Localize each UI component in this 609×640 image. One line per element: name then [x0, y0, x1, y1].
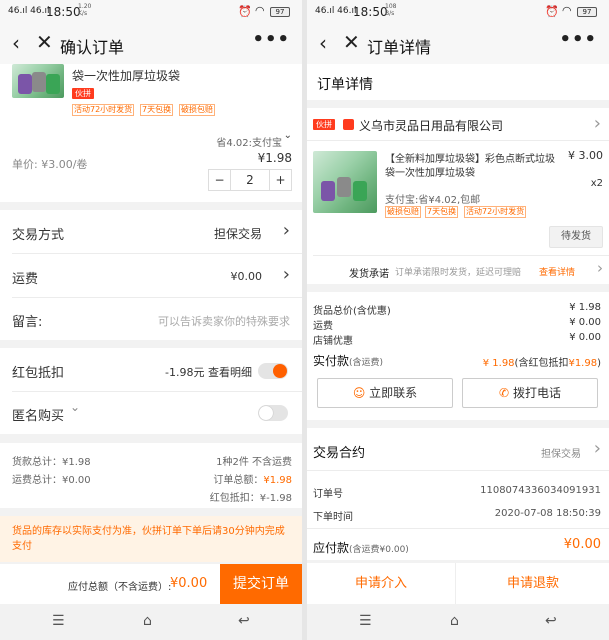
- detail-heading: 订单详情: [317, 77, 373, 93]
- promise-detail-link[interactable]: 查看详情: [539, 265, 575, 278]
- page-title: 确认订单: [60, 38, 125, 57]
- tag-ship72: 活动72小时发货: [464, 206, 527, 218]
- saving-text: 省4.02:支付宝: [216, 138, 282, 149]
- back-icon[interactable]: ‹: [12, 32, 20, 54]
- chevron-right-icon[interactable]: ›: [594, 438, 601, 459]
- discount-options: 红包抵扣 -1.98元 查看明细 匿名购买 ⌄: [0, 348, 302, 434]
- more-icon[interactable]: •••: [559, 29, 597, 50]
- detail-header: 订单详情: [307, 64, 609, 100]
- unit-price: 单价: ¥3.00/卷: [12, 158, 88, 171]
- product-title-line1: 【全新料加厚垃圾袋】彩色点断式垃圾: [385, 154, 555, 165]
- pay-saving: 支付宝:省¥4.02,包邮: [385, 195, 481, 206]
- chevron-right-icon: ›: [282, 264, 290, 285]
- product-qty: x2: [590, 178, 603, 189]
- product-thumbnail[interactable]: [313, 151, 377, 213]
- intervene-button[interactable]: 申请介入: [307, 563, 456, 604]
- submit-order-button[interactable]: 提交订单: [220, 564, 302, 604]
- message-input[interactable]: 可以告诉卖家你的特殊要求: [158, 313, 290, 329]
- signal-icon: 46.ıl 46.ıl: [315, 6, 357, 16]
- refund-button[interactable]: 申请退款: [457, 563, 609, 604]
- close-icon[interactable]: ✕: [343, 31, 360, 53]
- menu-icon[interactable]: ☰: [52, 613, 65, 629]
- contract-card: 交易合约 担保交易 › 订单号 1108074336034091931 下单时间…: [307, 428, 609, 560]
- payable-amount: ¥0.00: [563, 537, 601, 552]
- checkout-bar: 应付总额（不含运费）: ¥0.00 提交订单: [0, 564, 302, 604]
- page-title: 订单详情: [367, 38, 432, 57]
- product-price: ¥ 3.00: [568, 149, 603, 162]
- anonymous-toggle[interactable]: [258, 405, 288, 421]
- network-speed: 1.20 K/s: [78, 3, 92, 17]
- order-number: 1108074336034091931: [480, 485, 601, 496]
- call-button[interactable]: ✆ 拨打电话: [462, 378, 598, 408]
- shop-icon: [343, 119, 354, 130]
- trade-method-row[interactable]: 交易方式 担保交易 ›: [0, 210, 302, 253]
- chevron-down-icon[interactable]: ⌄: [284, 130, 292, 141]
- redpack-toggle[interactable]: [258, 363, 288, 379]
- qty-plus-button[interactable]: +: [269, 170, 291, 190]
- back-nav-icon[interactable]: ↩: [238, 613, 250, 629]
- product-title: 袋一次性加厚垃圾袋: [72, 69, 181, 83]
- contact-button[interactable]: ☺ 立即联系: [317, 378, 453, 408]
- status-time: 18:50: [353, 5, 388, 19]
- system-nav-bar: ☰ ⌂ ↩: [307, 604, 609, 640]
- group-buy-badge: 伙拼: [72, 88, 94, 99]
- menu-icon[interactable]: ☰: [359, 613, 372, 629]
- battery-icon: 97: [577, 7, 597, 17]
- order-options: 交易方式 担保交易 › 运费 ¥0.00 › 留言: 可以告诉卖家你的特殊要求: [0, 210, 302, 340]
- redpack-detail-link[interactable]: -1.98元 查看明细: [165, 364, 252, 380]
- close-icon[interactable]: ✕: [36, 31, 53, 53]
- action-bar: 申请介入 申请退款: [307, 563, 609, 604]
- nav-bar: ‹ ✕ 订单详情 •••: [307, 24, 609, 64]
- quantity-stepper: − 2 +: [208, 169, 292, 191]
- order-detail-screen: 46.ıl 46.ıl 18:50 108 B/s ⏰ ◠ 97 ‹ ✕ 订单详…: [307, 0, 609, 640]
- system-nav-bar: ☰ ⌂ ↩: [0, 604, 302, 640]
- order-time: 2020-07-08 18:50:39: [494, 508, 601, 519]
- chevron-right-icon[interactable]: ›: [594, 113, 601, 134]
- battery-icon: 97: [270, 7, 290, 17]
- group-buy-badge: 伙拼: [313, 119, 335, 130]
- actual-paid: ¥ 1.98: [482, 358, 515, 369]
- shop-card: 伙拼 义乌市灵品日用品有限公司 › 【全新料加厚垃圾袋】彩色点断式垃圾 袋一次性…: [307, 108, 609, 284]
- product-title-line2: 袋一次性加厚垃圾袋: [385, 168, 475, 179]
- status-bar: 46.ıl 46.ıl 18:50 1.20 K/s ⏰ ◠ 97: [0, 0, 302, 24]
- chevron-right-icon: ›: [282, 220, 290, 241]
- wifi-icon: ◠: [562, 4, 572, 17]
- chevron-right-icon[interactable]: ›: [597, 259, 603, 277]
- network-speed: 108 B/s: [385, 3, 397, 17]
- status-bar: 46.ıl 46.ıl 18:50 108 B/s ⏰ ◠ 97: [307, 0, 609, 24]
- phone-icon: ✆: [499, 386, 510, 400]
- back-icon[interactable]: ‹: [319, 32, 327, 54]
- order-summary: 货款总计：¥1.98 运费总计：¥0.00 1种2件 不含运费 订单总额：¥1.…: [0, 443, 302, 508]
- alarm-icon: ⏰: [545, 5, 559, 18]
- price: ¥1.98: [257, 151, 292, 165]
- shop-name[interactable]: 义乌市灵品日用品有限公司: [359, 117, 503, 134]
- freight-row[interactable]: 运费 ¥0.00 ›: [0, 254, 302, 297]
- signal-icon: 46.ıl 46.ıl: [8, 6, 50, 16]
- back-nav-icon[interactable]: ↩: [545, 613, 557, 629]
- ship-status-button[interactable]: 待发货: [549, 226, 603, 248]
- tag-damage: 破损包赔: [385, 206, 421, 218]
- home-icon[interactable]: ⌂: [143, 613, 152, 629]
- confirm-order-screen: 46.ıl 46.ıl 18:50 1.20 K/s ⏰ ◠ 97 ‹ ✕ 确认…: [0, 0, 302, 640]
- qty-input[interactable]: 2: [231, 170, 269, 190]
- price-summary: 货品总价(含优惠) ¥ 1.98 运费 ¥ 0.00 店铺优惠 ¥ 0.00 实…: [307, 292, 609, 420]
- message-row: 留言: 可以告诉卖家你的特殊要求: [12, 313, 290, 330]
- product-thumbnail[interactable]: [12, 64, 64, 98]
- product-card: 袋一次性加厚垃圾袋 伙拼 活动72小时发货 7天包换 破损包赔 省4.02:支付…: [0, 64, 302, 202]
- nav-bar: ‹ ✕ 确认订单 •••: [0, 24, 302, 64]
- chat-icon: ☺: [352, 386, 366, 400]
- more-icon[interactable]: •••: [252, 29, 290, 50]
- tag-damage: 破损包赔: [179, 104, 215, 116]
- tag-exchange: 7天包换: [140, 104, 174, 116]
- qty-minus-button[interactable]: −: [209, 170, 231, 190]
- tag-ship72: 活动72小时发货: [72, 104, 135, 116]
- alarm-icon: ⏰: [238, 5, 252, 18]
- stock-notice: 货品的库存以实际支付为准，伙拼订单下单后请30分钟内完成支付: [0, 516, 302, 562]
- tag-exchange: 7天包换: [425, 206, 459, 218]
- chevron-down-icon[interactable]: ⌄: [70, 400, 80, 414]
- home-icon[interactable]: ⌂: [450, 613, 459, 629]
- payable-total: ¥0.00: [170, 576, 208, 591]
- status-time: 18:50: [46, 5, 81, 19]
- wifi-icon: ◠: [255, 4, 265, 17]
